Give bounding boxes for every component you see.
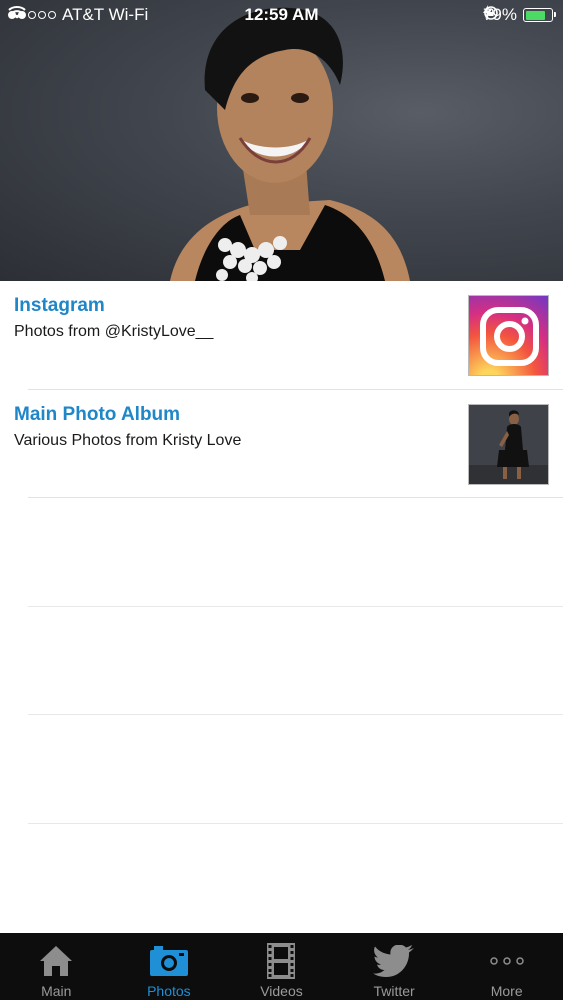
- list-item-main-photo-album[interactable]: Main Photo Album Various Photos from Kri…: [0, 390, 563, 498]
- empty-row: [0, 715, 563, 824]
- list-item-title: Instagram: [14, 295, 105, 316]
- list-item-subtitle: Photos from @KristyLove__: [14, 323, 214, 340]
- film-icon: [267, 943, 296, 979]
- tab-label: More: [490, 983, 523, 999]
- instagram-logo-icon: [468, 295, 549, 376]
- header-photo: AT&T Wi-Fi 12:59 AM 79%: [0, 0, 563, 281]
- status-bar: AT&T Wi-Fi 12:59 AM 79%: [0, 0, 563, 30]
- camera-icon: [149, 946, 188, 976]
- tab-more[interactable]: More: [450, 933, 563, 1000]
- tab-twitter[interactable]: Twitter: [338, 933, 451, 1000]
- row-divider: [28, 822, 563, 824]
- portrait-illustration: [170, 7, 410, 281]
- status-time: 12:59 AM: [244, 5, 319, 24]
- status-right: 79%: [482, 5, 556, 25]
- empty-row: [0, 498, 563, 607]
- tab-label: Videos: [260, 983, 303, 999]
- album-thumbnail-image: [468, 403, 549, 485]
- list-item-title: Main Photo Album: [14, 403, 181, 425]
- battery-icon: [523, 8, 556, 22]
- tab-label: Twitter: [373, 983, 415, 999]
- empty-row: [0, 607, 563, 715]
- tab-photos[interactable]: Photos: [113, 933, 226, 1000]
- list-item-instagram[interactable]: Instagram Photos from @KristyLove__: [0, 281, 563, 390]
- photo-album-list: Instagram Photos from @KristyLove__ Main…: [0, 281, 563, 824]
- tab-bar: Main Photos Videos Twitter More: [0, 933, 563, 1000]
- tab-videos[interactable]: Videos: [225, 933, 338, 1000]
- tab-label: Photos: [147, 983, 191, 999]
- tab-label: Main: [41, 983, 72, 999]
- list-item-subtitle: Various Photos from Kristy Love: [14, 431, 242, 449]
- home-icon: [40, 946, 73, 976]
- charging-bolt-icon: [482, 5, 491, 19]
- tab-main[interactable]: Main: [0, 933, 113, 1000]
- twitter-bird-icon: [373, 945, 415, 977]
- more-dots-icon: [489, 957, 524, 965]
- battery-fill: [525, 10, 546, 20]
